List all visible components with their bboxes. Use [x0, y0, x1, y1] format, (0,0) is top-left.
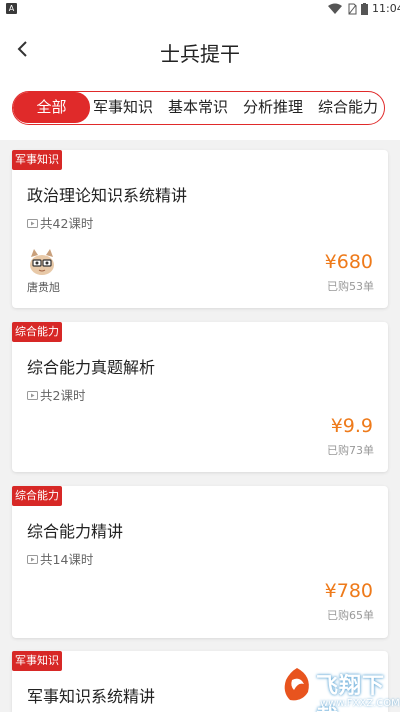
- no-sim-icon: [348, 3, 357, 15]
- course-title: 军事知识系统精讲: [27, 687, 156, 706]
- tab-basic-knowledge[interactable]: 基本常识: [168, 92, 228, 123]
- watermark: 飞翔下载 www.FXXZ.COM: [276, 660, 400, 712]
- header: 士兵提干: [0, 18, 400, 78]
- course-title: 政治理论知识系统精讲: [27, 186, 188, 205]
- status-bar: A 11:04: [0, 0, 400, 18]
- course-price: ¥680: [324, 251, 373, 273]
- course-price: ¥9.9: [330, 415, 373, 437]
- tab-comprehensive-ability[interactable]: 综合能力: [318, 92, 378, 123]
- tab-analytical-reasoning[interactable]: 分析推理: [243, 92, 303, 123]
- lesson-count: 共14课时: [27, 549, 93, 568]
- sold-count: 已购65单: [327, 609, 374, 622]
- tab-military-knowledge[interactable]: 军事知识: [93, 92, 153, 123]
- lesson-count: 共42课时: [27, 213, 93, 232]
- category-tag: 综合能力: [12, 486, 62, 506]
- category-tag: 军事知识: [12, 150, 62, 170]
- lesson-icon: [27, 390, 38, 400]
- sold-count: 已购73单: [327, 444, 374, 457]
- category-tabs: 全部 军事知识 基本常识 分析推理 综合能力: [12, 91, 385, 125]
- lesson-count-text: 共2课时: [40, 388, 86, 403]
- category-tag: 军事知识: [12, 651, 62, 671]
- app-indicator-icon: A: [6, 3, 17, 14]
- page-title: 士兵提干: [160, 42, 240, 66]
- course-card[interactable]: 军事知识 政治理论知识系统精讲 共42课时 唐贵旭 ¥680 已购53单: [12, 150, 388, 308]
- lesson-count: 共2课时: [27, 385, 85, 404]
- sold-count: 已购53单: [327, 280, 374, 293]
- category-tag: 综合能力: [12, 322, 62, 342]
- lesson-count-text: 共14课时: [40, 552, 94, 567]
- lesson-icon: [27, 218, 38, 228]
- course-price: ¥780: [324, 580, 373, 602]
- course-card[interactable]: 综合能力 综合能力精讲 共14课时 ¥780 已购65单: [12, 486, 388, 638]
- teacher-avatar: [30, 249, 54, 275]
- course-card[interactable]: 综合能力 综合能力真题解析 共2课时 ¥9.9 已购73单: [12, 322, 388, 472]
- tab-all[interactable]: 全部: [13, 92, 90, 123]
- category-tabs-bar: 全部 军事知识 基本常识 分析推理 综合能力: [0, 78, 400, 140]
- watermark-logo-icon: [284, 668, 309, 701]
- battery-icon: [361, 3, 368, 15]
- course-title: 综合能力精讲: [27, 522, 124, 541]
- lesson-count-text: 共42课时: [40, 216, 94, 231]
- lesson-icon: [27, 554, 38, 564]
- teacher-name: 唐贵旭: [27, 281, 60, 294]
- watermark-url: www.FXXZ.COM: [320, 698, 400, 709]
- status-time: 11:04: [372, 2, 400, 15]
- wifi-icon: [328, 3, 342, 14]
- course-title: 综合能力真题解析: [27, 358, 156, 377]
